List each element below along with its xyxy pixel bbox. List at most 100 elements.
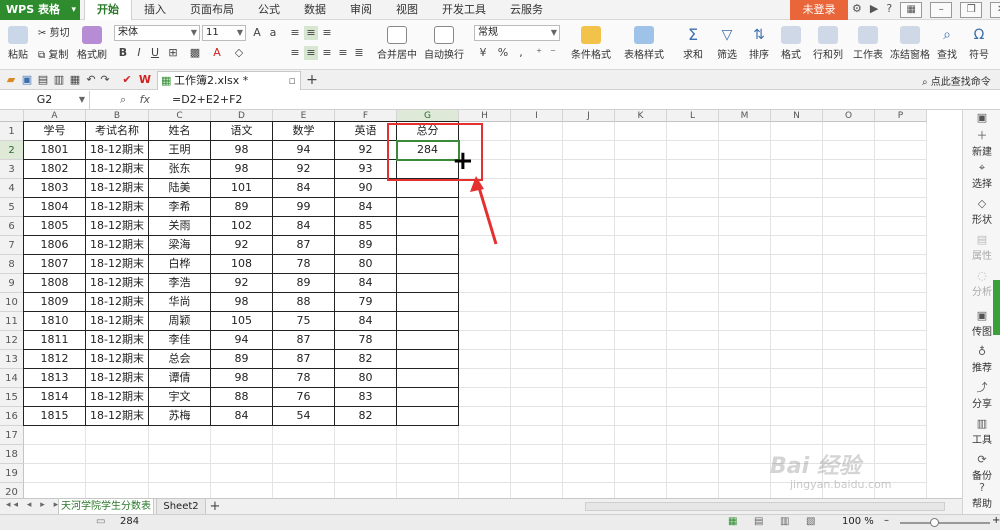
total-score-cell[interactable] (397, 388, 459, 407)
empty-cell[interactable] (273, 426, 335, 445)
zoom-level[interactable]: 100 % (842, 516, 874, 527)
panel-recommend-button[interactable]: ♁ 推荐 (963, 346, 1000, 375)
table-cell[interactable]: 92 (211, 274, 273, 293)
table-cell[interactable]: 1801 (24, 141, 86, 160)
redo-icon[interactable]: ↷ (98, 73, 112, 87)
table-cell[interactable]: 18-12期末 (86, 274, 149, 293)
empty-cell[interactable] (771, 331, 823, 350)
name-box[interactable]: G2 ▼ (0, 91, 90, 109)
empty-cell[interactable] (149, 464, 211, 483)
table-cell[interactable]: 18-12期末 (86, 369, 149, 388)
table-cell[interactable]: 18-12期末 (86, 407, 149, 426)
empty-cell[interactable] (563, 312, 615, 331)
table-cell[interactable]: 78 (335, 331, 397, 350)
table-cell[interactable]: 梁海 (149, 236, 211, 255)
table-header-cell[interactable]: 语文 (211, 122, 273, 141)
number-format-select[interactable]: 常规 ▼ (474, 25, 560, 41)
empty-cell[interactable] (459, 483, 511, 498)
table-cell[interactable]: 98 (211, 369, 273, 388)
table-header-cell[interactable]: 数学 (273, 122, 335, 141)
table-cell[interactable]: 75 (273, 312, 335, 331)
empty-cell[interactable] (511, 445, 563, 464)
empty-cell[interactable] (615, 141, 667, 160)
sheet-tab-sheet2[interactable]: Sheet2 (156, 499, 206, 515)
table-cell[interactable]: 苏梅 (149, 407, 211, 426)
empty-cell[interactable] (459, 293, 511, 312)
panel-help-button[interactable]: ? 帮助 (963, 482, 1000, 511)
total-score-cell[interactable] (397, 179, 459, 198)
total-score-cell[interactable] (397, 198, 459, 217)
empty-cell[interactable] (397, 464, 459, 483)
row-header[interactable]: 14 (0, 369, 24, 388)
row-header[interactable]: 1 (0, 122, 24, 141)
decrease-decimal-icon[interactable]: ⁻ (546, 46, 560, 60)
zoom-slider[interactable] (900, 522, 990, 524)
table-header-cell[interactable]: 学号 (24, 122, 86, 141)
empty-cell[interactable] (719, 388, 771, 407)
app-menu-button[interactable]: WPS 表格 ▾ (0, 0, 80, 20)
empty-cell[interactable] (511, 483, 563, 498)
underline-icon[interactable]: U (148, 46, 162, 60)
fx-button[interactable]: fx (140, 93, 150, 106)
table-header-cell[interactable]: 总分 (397, 122, 459, 141)
table-cell[interactable]: 1809 (24, 293, 86, 312)
empty-cell[interactable] (273, 445, 335, 464)
command-search[interactable]: ⌕ 点此查找命令 (922, 73, 991, 88)
empty-cell[interactable] (211, 426, 273, 445)
empty-cell[interactable] (823, 122, 875, 141)
align-middle-icon[interactable]: ≡ (304, 26, 318, 40)
align-top-icon[interactable]: ≡ (288, 26, 302, 40)
column-header-h[interactable]: H (459, 110, 511, 122)
symbol-button[interactable]: Ω 符号 (964, 26, 994, 61)
panel-select-button[interactable]: ⌖ 选择 (963, 162, 1000, 191)
empty-cell[interactable] (511, 350, 563, 369)
table-cell[interactable]: 92 (211, 236, 273, 255)
font-size-select[interactable]: 11 ▼ (202, 25, 246, 41)
table-cell[interactable]: 89 (211, 198, 273, 217)
empty-cell[interactable] (615, 255, 667, 274)
table-cell[interactable]: 1811 (24, 331, 86, 350)
empty-cell[interactable] (397, 445, 459, 464)
table-cell[interactable]: 18-12期末 (86, 255, 149, 274)
table-cell[interactable]: 张东 (149, 160, 211, 179)
empty-cell[interactable] (563, 369, 615, 388)
page-layout-view-icon[interactable]: ▤ (754, 516, 763, 527)
empty-cell[interactable] (397, 483, 459, 498)
table-cell[interactable]: 李佳 (149, 331, 211, 350)
empty-cell[interactable] (615, 483, 667, 498)
empty-cell[interactable] (24, 464, 86, 483)
horizontal-scrollbar[interactable] (585, 502, 945, 511)
empty-cell[interactable] (719, 350, 771, 369)
menu-page-layout[interactable]: 页面布局 (178, 0, 246, 20)
table-cell[interactable]: 87 (273, 350, 335, 369)
add-sheet-icon[interactable]: + (208, 500, 222, 514)
empty-cell[interactable] (875, 141, 927, 160)
empty-cell[interactable] (875, 407, 927, 426)
total-score-cell[interactable]: 284 (397, 141, 459, 160)
empty-cell[interactable] (823, 217, 875, 236)
row-header[interactable]: 10 (0, 293, 24, 312)
empty-cell[interactable] (719, 179, 771, 198)
merge-center-button[interactable]: 合并居中 (372, 26, 422, 61)
italic-icon[interactable]: I (132, 46, 146, 60)
row-header[interactable]: 15 (0, 388, 24, 407)
empty-cell[interactable] (563, 141, 615, 160)
empty-cell[interactable] (615, 217, 667, 236)
row-header[interactable]: 19 (0, 464, 24, 483)
formula-input[interactable]: =D2+E2+F2 (170, 91, 960, 109)
empty-cell[interactable] (459, 369, 511, 388)
empty-cell[interactable] (149, 426, 211, 445)
empty-cell[interactable] (875, 426, 927, 445)
empty-cell[interactable] (511, 426, 563, 445)
empty-cell[interactable] (823, 426, 875, 445)
panel-collapse-icon[interactable]: ▣ (963, 112, 1000, 125)
row-header[interactable]: 2 (0, 141, 24, 160)
empty-cell[interactable] (615, 426, 667, 445)
column-header-e[interactable]: E (273, 110, 335, 122)
column-header-m[interactable]: M (719, 110, 771, 122)
worksheet-button[interactable]: 工作表 (850, 26, 886, 61)
empty-cell[interactable] (719, 141, 771, 160)
table-cell[interactable]: 101 (211, 179, 273, 198)
table-cell[interactable]: 18-12期末 (86, 350, 149, 369)
table-header-cell[interactable]: 英语 (335, 122, 397, 141)
